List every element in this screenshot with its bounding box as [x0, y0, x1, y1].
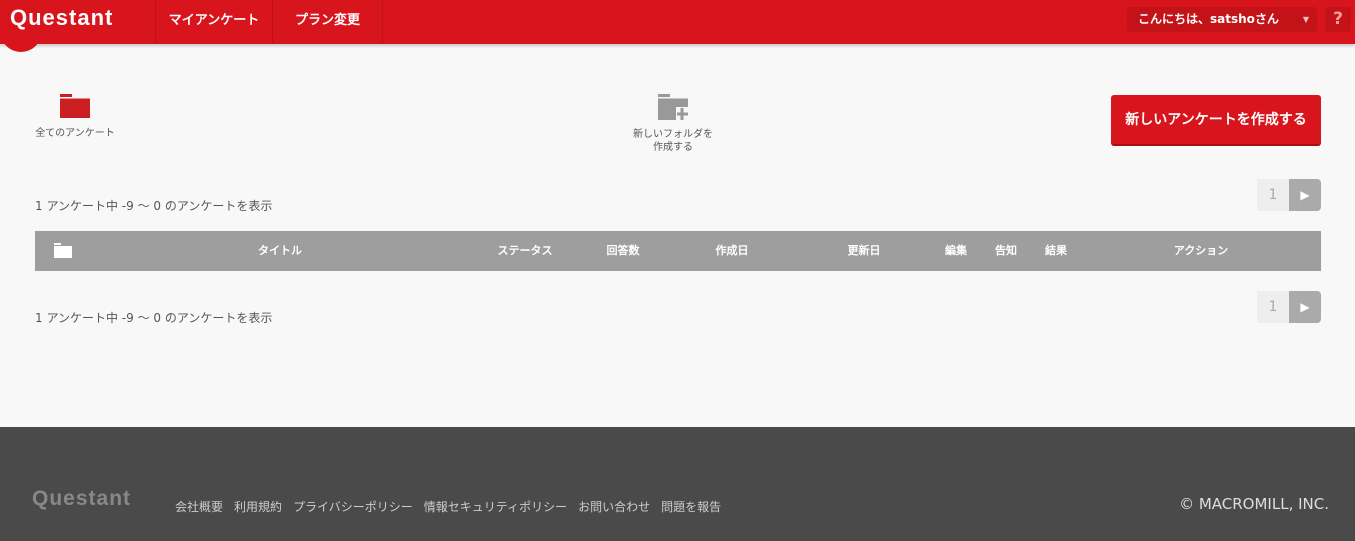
new-folder-label-1: 新しいフォルダを	[633, 129, 713, 140]
footer-link-contact[interactable]: お問い合わせ	[578, 500, 650, 514]
copyright: © MACROMILL, INC.	[1179, 495, 1329, 513]
user-greeting: こんにちは、satshoさん	[1138, 12, 1279, 26]
table-header: タイトル ステータス 回答数 作成日 更新日 編集 告知 結果 アクション	[35, 231, 1321, 271]
col-edit: 編集	[945, 244, 967, 257]
folder-icon	[54, 243, 72, 258]
help-button[interactable]: ?	[1325, 7, 1351, 32]
footer-links: 会社概要 利用規約 プライバシーポリシー 情報セキュリティポリシー お問い合わせ 問題を報…	[175, 498, 732, 515]
col-announce: 告知	[995, 244, 1017, 257]
pagination-top: 1 ▶	[1257, 179, 1321, 211]
chevron-down-icon: ▼	[1302, 15, 1309, 24]
folder-plus-icon	[658, 94, 690, 121]
user-menu[interactable]: こんにちは、satshoさん ▼	[1127, 7, 1317, 32]
footer-link-privacy[interactable]: プライバシーポリシー	[293, 500, 413, 514]
footer-link-terms[interactable]: 利用規約	[234, 500, 282, 514]
page-number[interactable]: 1	[1257, 179, 1289, 211]
col-updated[interactable]: 更新日	[848, 231, 881, 271]
nav-my-surveys[interactable]: マイアンケート	[155, 0, 272, 44]
footer-logo: Questant	[32, 487, 132, 510]
col-actions: アクション	[1173, 244, 1229, 257]
pagination-bottom: 1 ▶	[1257, 291, 1321, 323]
footer-link-security[interactable]: 情報セキュリティポリシー	[424, 500, 567, 514]
footer-link-company[interactable]: 会社概要	[175, 500, 223, 514]
new-folder-label-2: 作成する	[653, 142, 693, 153]
col-title[interactable]: タイトル	[258, 231, 302, 271]
col-status[interactable]: ステータス	[498, 231, 553, 271]
survey-count-top: 1 アンケート中 -9 ～ 0 のアンケートを表示	[35, 199, 273, 213]
questant-logo[interactable]: Questant	[10, 5, 113, 31]
col-results: 結果	[1045, 244, 1067, 257]
footer-link-report[interactable]: 問題を報告	[661, 500, 721, 514]
folder-icon	[60, 94, 90, 118]
next-page-button[interactable]: ▶	[1289, 291, 1321, 323]
create-survey-button[interactable]: 新しいアンケートを作成する	[1111, 95, 1321, 144]
all-surveys-label: 全てのアンケート	[35, 128, 115, 139]
col-created[interactable]: 作成日	[716, 231, 749, 271]
footer: Questant 会社概要 利用規約 プライバシーポリシー 情報セキュリティポリシーお…	[0, 427, 1355, 541]
logo-badge	[0, 30, 42, 52]
nav-plan-change[interactable]: プラン変更	[272, 0, 383, 44]
col-responses[interactable]: 回答数	[607, 231, 640, 271]
top-header: Questant マイアンケート プラン変更 こんにちは、satshoさん ▼ ?	[0, 0, 1355, 52]
next-page-button[interactable]: ▶	[1289, 179, 1321, 211]
page-number[interactable]: 1	[1257, 291, 1289, 323]
survey-count-bottom: 1 アンケート中 -9 ～ 0 のアンケートを表示	[35, 311, 273, 325]
